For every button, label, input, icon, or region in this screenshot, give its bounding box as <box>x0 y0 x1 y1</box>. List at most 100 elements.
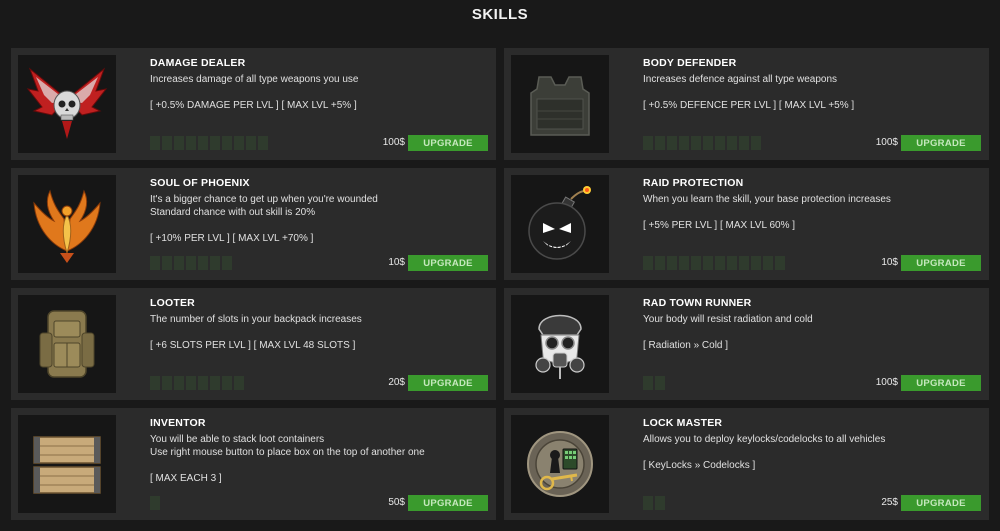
level-slot <box>643 136 653 150</box>
level-slot <box>150 376 160 390</box>
level-slot <box>763 256 773 270</box>
skill-description-line: Standard chance with out skill is 20% <box>150 207 316 218</box>
skill-level-bar <box>643 136 761 150</box>
level-slot <box>739 256 749 270</box>
level-slot <box>715 256 725 270</box>
level-slot <box>643 256 653 270</box>
level-slot <box>751 256 761 270</box>
skill-stats: [ +0.5% DEFENCE PER LVL ] [ MAX LVL +5% … <box>643 100 855 111</box>
level-slot <box>210 376 220 390</box>
level-slot <box>234 136 244 150</box>
level-slot <box>150 496 160 510</box>
level-slot <box>643 496 653 510</box>
lock-key-icon <box>511 415 609 513</box>
level-slot <box>679 256 689 270</box>
skill-level-bar <box>150 376 244 390</box>
level-slot <box>198 376 208 390</box>
level-slot <box>691 256 701 270</box>
level-slot <box>739 136 749 150</box>
level-slot <box>727 256 737 270</box>
gas-mask-skull-icon <box>511 295 609 393</box>
skill-stats: [ Radiation » Cold ] <box>643 340 729 351</box>
level-slot <box>210 136 220 150</box>
skill-price: 50$ <box>388 497 405 508</box>
level-slot <box>162 136 172 150</box>
skill-description: Your body will resist radiation and cold <box>643 313 973 326</box>
level-slot <box>655 256 665 270</box>
level-slot <box>186 136 196 150</box>
skill-name: INVENTOR <box>150 417 206 429</box>
skill-card-body-defender: BODY DEFENDER Increases defence against … <box>504 48 989 160</box>
skill-card-soul-of-phoenix: SOUL OF PHOENIX It's a bigger chance to … <box>11 168 496 280</box>
upgrade-button[interactable]: UPGRADE <box>901 495 981 511</box>
skill-description: Increases defence against all type weapo… <box>643 73 973 86</box>
level-slot <box>210 256 220 270</box>
skill-card-inventor: INVENTOR You will be able to stack loot … <box>11 408 496 520</box>
skill-price: 100$ <box>875 377 898 388</box>
skill-description-line: Allows you to deploy keylocks/codelocks … <box>643 434 886 445</box>
upgrade-button[interactable]: UPGRADE <box>408 495 488 511</box>
skill-name: SOUL OF PHOENIX <box>150 177 250 189</box>
skill-price: 100$ <box>382 137 405 148</box>
skill-card-rad-town-runner: RAD TOWN RUNNER Your body will resist ra… <box>504 288 989 400</box>
upgrade-button[interactable]: UPGRADE <box>408 375 488 391</box>
skill-name: RAD TOWN RUNNER <box>643 297 752 309</box>
level-slot <box>150 136 160 150</box>
level-slot <box>727 136 737 150</box>
armor-vest-icon <box>511 55 609 153</box>
skill-level-bar <box>150 496 160 510</box>
upgrade-button[interactable]: UPGRADE <box>901 255 981 271</box>
skill-description-line: Increases defence against all type weapo… <box>643 74 838 85</box>
skill-description-line: Your body will resist radiation and cold <box>643 314 813 325</box>
level-slot <box>667 136 677 150</box>
skill-level-bar <box>150 256 232 270</box>
level-slot <box>258 136 268 150</box>
skill-stats: [ +10% PER LVL ] [ MAX LVL +70% ] <box>150 233 314 244</box>
skill-card-looter: LOOTER The number of slots in your backp… <box>11 288 496 400</box>
level-slot <box>703 256 713 270</box>
skill-level-bar <box>150 136 268 150</box>
level-slot <box>643 376 653 390</box>
level-slot <box>198 256 208 270</box>
upgrade-button[interactable]: UPGRADE <box>408 255 488 271</box>
upgrade-button[interactable]: UPGRADE <box>901 375 981 391</box>
skill-stats: [ KeyLocks » Codelocks ] <box>643 460 756 471</box>
level-slot <box>162 376 172 390</box>
skill-description-line: Increases damage of all type weapons you… <box>150 74 359 85</box>
level-slot <box>186 376 196 390</box>
phoenix-icon <box>18 175 116 273</box>
skill-name: RAID PROTECTION <box>643 177 744 189</box>
level-slot <box>691 136 701 150</box>
skill-card-lock-master: LOCK MASTER Allows you to deploy keylock… <box>504 408 989 520</box>
skill-name: BODY DEFENDER <box>643 57 737 69</box>
skill-price: 10$ <box>881 257 898 268</box>
level-slot <box>174 136 184 150</box>
skill-description-line: It's a bigger chance to get up when you'… <box>150 194 378 205</box>
backpack-icon <box>18 295 116 393</box>
wooden-crates-icon <box>18 415 116 513</box>
skill-name: LOOTER <box>150 297 195 309</box>
skill-card-damage-dealer: DAMAGE DEALER Increases damage of all ty… <box>11 48 496 160</box>
upgrade-button[interactable]: UPGRADE <box>901 135 981 151</box>
level-slot <box>715 136 725 150</box>
skill-name: LOCK MASTER <box>643 417 723 429</box>
level-slot <box>234 376 244 390</box>
level-slot <box>751 136 761 150</box>
level-slot <box>174 376 184 390</box>
level-slot <box>703 136 713 150</box>
level-slot <box>150 256 160 270</box>
skill-description-line: You will be able to stack loot container… <box>150 434 325 445</box>
skill-price: 10$ <box>388 257 405 268</box>
level-slot <box>222 136 232 150</box>
level-slot <box>174 256 184 270</box>
level-slot <box>162 256 172 270</box>
level-slot <box>655 136 665 150</box>
skill-stats: [ +0.5% DAMAGE PER LVL ] [ MAX LVL +5% ] <box>150 100 357 111</box>
skill-name: DAMAGE DEALER <box>150 57 246 69</box>
level-slot <box>775 256 785 270</box>
skill-description-line: When you learn the skill, your base prot… <box>643 194 891 205</box>
upgrade-button[interactable]: UPGRADE <box>408 135 488 151</box>
winged-skull-icon <box>18 55 116 153</box>
skill-stats: [ +6 SLOTS PER LVL ] [ MAX LVL 48 SLOTS … <box>150 340 356 351</box>
skill-stats: [ +5% PER LVL ] [ MAX LVL 60% ] <box>643 220 796 231</box>
